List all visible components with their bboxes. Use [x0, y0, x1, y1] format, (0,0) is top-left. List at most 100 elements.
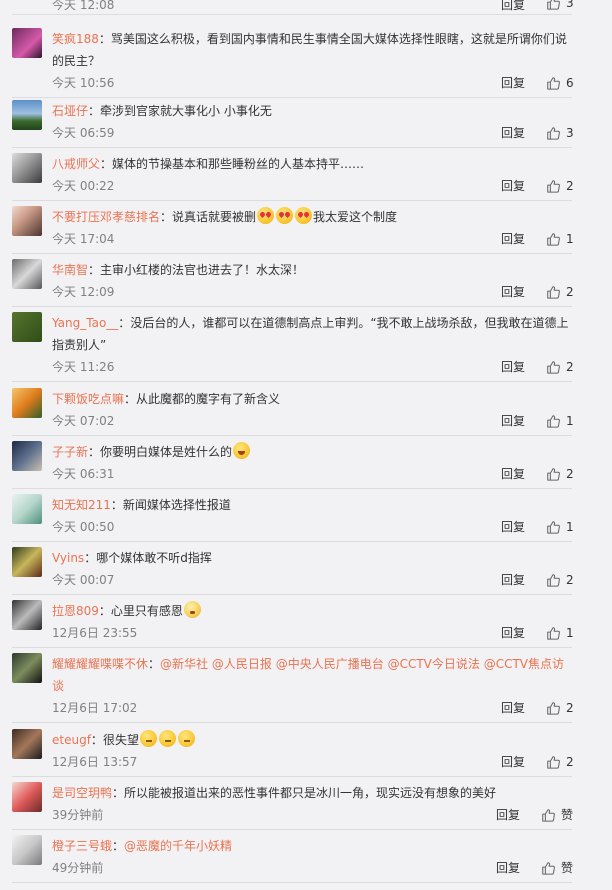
reply-button[interactable]: 回复	[496, 857, 520, 879]
thumbs-up-icon	[547, 233, 560, 246]
comment-time: 今天 11:26	[52, 360, 115, 374]
comment-username[interactable]: 不要打压邓孝慈排名	[52, 210, 160, 224]
comment-username[interactable]: 笑疯188	[52, 32, 99, 46]
reply-button[interactable]: 回复	[501, 0, 525, 13]
reply-button[interactable]: 回复	[501, 356, 525, 378]
think-emoji-icon	[158, 730, 176, 747]
like-button[interactable]: 赞	[541, 857, 573, 879]
reply-button[interactable]: 回复	[501, 622, 525, 644]
comment-username[interactable]: 石垭仔	[52, 104, 88, 118]
like-button[interactable]: 2	[546, 463, 574, 485]
comment-text: 拉恩809：心里只有感恩	[52, 600, 572, 622]
like-count: 3	[566, 0, 574, 10]
comment-username[interactable]: 华南智	[52, 263, 88, 277]
avatar[interactable]	[12, 653, 42, 683]
comment-body: 八戒师父：媒体的节操基本和那些睡粉丝的人基本持平…… 今天 00:22 回复 2	[52, 153, 574, 197]
reply-button[interactable]: 回复	[501, 463, 525, 485]
comment-username[interactable]: 知无知211	[52, 498, 111, 512]
reply-button[interactable]: 回复	[501, 175, 525, 197]
divider	[12, 594, 572, 595]
avatar[interactable]	[12, 100, 42, 130]
mention-link[interactable]: @新华社	[160, 657, 208, 671]
comment-content: 心里只有感恩	[110, 604, 183, 618]
thumbs-up-icon	[547, 468, 560, 481]
reply-button[interactable]: 回复	[501, 569, 525, 591]
comment-username[interactable]: 八戒师父	[52, 157, 100, 171]
like-button[interactable]: 3	[546, 122, 574, 144]
avatar[interactable]	[12, 312, 42, 342]
like-button[interactable]: 2	[546, 751, 574, 773]
like-button[interactable]: 2	[546, 175, 574, 197]
comment-body: Vyins：哪个媒体敢不听d指挥 今天 00:07 回复 2	[52, 547, 574, 591]
comment-content: 所以能被报道出来的恶性事件都只是冰川一角，现实远没有想象的美好	[124, 786, 497, 800]
avatar[interactable]	[12, 28, 42, 58]
divider	[12, 882, 572, 883]
mention-link[interactable]: @中央人民广播电台	[276, 657, 384, 671]
avatar[interactable]	[12, 441, 42, 471]
avatar[interactable]	[12, 153, 42, 183]
reply-button[interactable]: 回复	[501, 410, 525, 432]
comment-username[interactable]: 橙子三号蛾	[52, 839, 112, 853]
like-button[interactable]: 1	[546, 410, 574, 432]
like-button[interactable]: 2	[546, 356, 574, 378]
comment-username[interactable]: Vyins	[52, 551, 84, 565]
like-button[interactable]: 3	[546, 0, 574, 10]
like-count: 2	[566, 179, 574, 193]
reply-button[interactable]: 回复	[501, 697, 525, 719]
comment-username[interactable]: 耀耀耀耀喋喋不休	[52, 657, 148, 671]
thumbs-up-icon	[547, 180, 560, 193]
reply-button[interactable]: 回复	[501, 751, 525, 773]
like-button[interactable]: 1	[546, 228, 574, 250]
heart-emoji-icon	[295, 207, 313, 224]
divider	[12, 776, 572, 777]
reply-button[interactable]: 回复	[501, 281, 525, 303]
reply-button[interactable]: 回复	[496, 804, 520, 826]
mention-link[interactable]: @恶魔的千年小妖精	[124, 839, 232, 853]
avatar[interactable]	[12, 388, 42, 418]
divider	[12, 306, 572, 307]
avatar[interactable]	[12, 206, 42, 236]
avatar[interactable]	[12, 547, 42, 577]
comment-username[interactable]: eteugf	[52, 733, 91, 747]
thumbs-up-icon	[547, 361, 560, 374]
avatar[interactable]	[12, 782, 42, 812]
comment-username[interactable]: 是司空玥鸭	[52, 786, 112, 800]
comment-body: 不要打压邓孝慈排名：说真话就要被删 我太爱这个制度 今天 17:04 回复 1	[52, 206, 574, 250]
comment-username[interactable]: Yang_Tao__	[52, 316, 118, 330]
reply-button[interactable]: 回复	[501, 72, 525, 94]
like-button[interactable]: 2	[546, 569, 574, 591]
thumbs-up-icon	[547, 415, 560, 428]
avatar[interactable]	[12, 259, 42, 289]
like-button[interactable]: 1	[546, 516, 574, 538]
comment-content: 说真话就要被删	[172, 210, 257, 224]
like-count: 3	[566, 126, 574, 140]
like-count: 2	[566, 285, 574, 299]
comment-username[interactable]: 拉恩809	[52, 604, 99, 618]
avatar[interactable]	[12, 494, 42, 524]
like-button[interactable]: 6	[546, 72, 574, 94]
avatar[interactable]	[12, 600, 42, 630]
comment-time: 今天 00:07	[52, 573, 115, 587]
like-button[interactable]: 2	[546, 697, 574, 719]
reply-button[interactable]: 回复	[501, 122, 525, 144]
avatar[interactable]	[12, 835, 42, 865]
like-button[interactable]: 赞	[541, 804, 573, 826]
comment-meta: 今天 00:22 回复 2	[52, 175, 574, 197]
comment-meta: 今天 06:59 回复 3	[52, 122, 574, 144]
like-button[interactable]: 1	[546, 622, 574, 644]
comment-content: 你要明白媒体是姓什么的	[100, 445, 233, 459]
thumbs-up-icon	[547, 521, 560, 534]
mention-link[interactable]: @人民日报	[212, 657, 272, 671]
comment-text: 笑疯188：骂美国这么积极，看到国内事情和民生事情全国大媒体选择性眼瞎，这就是所…	[52, 32, 567, 68]
comment-content: 牵涉到官家就大事化小 小事化无	[100, 104, 272, 118]
like-button[interactable]: 2	[546, 281, 574, 303]
divider	[12, 147, 572, 148]
reply-button[interactable]: 回复	[501, 516, 525, 538]
avatar[interactable]	[12, 729, 42, 759]
reply-button[interactable]: 回复	[501, 228, 525, 250]
like-count: 6	[566, 76, 574, 90]
comment-content: 新闻媒体选择性报道	[122, 498, 231, 512]
comment-username[interactable]: 下颗饭吃点嘛	[52, 392, 124, 406]
comment-username[interactable]: 子子新	[52, 445, 88, 459]
mention-link[interactable]: @CCTV今日说法	[388, 657, 480, 671]
